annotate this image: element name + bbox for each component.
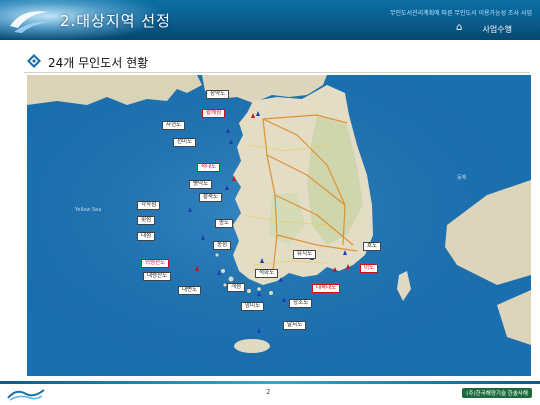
island-marker[interactable]	[201, 235, 205, 240]
island-marker[interactable]	[257, 328, 261, 333]
island-label[interactable]: 내변도	[178, 286, 202, 295]
header-band: 2.대상지역 선정 무인도서관리계획에 따른 무인도서 이용가능성 조사 사업 …	[0, 0, 540, 40]
footer-bar	[0, 381, 540, 384]
map-svg: Yellow Sea 동해	[27, 75, 531, 376]
island-label[interactable]: 선미도	[173, 138, 197, 147]
heading-divider	[24, 72, 530, 73]
slide: 2.대상지역 선정 무인도서관리계획에 따른 무인도서 이용가능성 조사 사업 …	[0, 0, 540, 405]
swoosh-logo-icon	[10, 11, 50, 33]
island-marker[interactable]	[217, 270, 221, 275]
island-marker[interactable]	[229, 139, 233, 144]
island-marker[interactable]	[343, 250, 347, 255]
island-label[interactable]: 사현도	[162, 121, 186, 130]
nav-label[interactable]: 사업수행	[483, 24, 512, 35]
korea-map: Yellow Sea 동해 장약도 황해섬 사현도 선미도 석대도 병덕도 황죽…	[27, 75, 531, 376]
island-label[interactable]: 황해섬	[202, 109, 226, 118]
island-label[interactable]: 외령산도	[141, 259, 170, 268]
slide-heading: 24개 무인도서 현황	[48, 56, 149, 70]
island-marker[interactable]	[226, 128, 230, 133]
island-label[interactable]: 호도	[363, 242, 382, 251]
header-subtitle: 무인도서관리계획에 따른 무인도서 이용가능성 조사 사업	[389, 10, 532, 17]
island-marker[interactable]	[257, 291, 261, 296]
island-label[interactable]: 내령산도	[143, 272, 172, 281]
island-label[interactable]: 개섬	[227, 283, 246, 292]
island-marker[interactable]	[282, 297, 286, 302]
sea-label-east: 동해	[457, 174, 467, 181]
island-label[interactable]: 이도	[360, 264, 379, 273]
company-badge: (주)한국해양기술 한솔사해	[462, 388, 532, 398]
island-label[interactable]: 대섬	[137, 232, 156, 241]
island-label[interactable]: 유지도	[293, 250, 317, 259]
island-marker[interactable]	[195, 266, 199, 271]
island-marker[interactable]	[251, 113, 255, 118]
island-marker[interactable]	[225, 185, 229, 190]
island-marker[interactable]	[188, 207, 192, 212]
island-marker[interactable]	[279, 277, 283, 282]
island-label[interactable]: 송섬	[213, 241, 232, 250]
island-label[interactable]: 달서도	[283, 321, 307, 330]
island-marker[interactable]	[346, 264, 350, 269]
footer: 2 (주)한국해양기술 한솔사해	[0, 381, 540, 405]
heading-bullet-icon	[27, 54, 41, 68]
island-label[interactable]: 장약도	[206, 90, 230, 99]
island-label[interactable]: 상조도	[289, 299, 313, 308]
island-marker[interactable]	[260, 258, 264, 263]
wave-logo-icon	[7, 389, 45, 401]
island-label[interactable]: 암미도	[241, 302, 265, 311]
island-marker[interactable]	[232, 176, 236, 181]
island-marker[interactable]	[333, 267, 337, 272]
island-label[interactable]: 황죽도	[199, 193, 223, 202]
island-label[interactable]: 각작섬	[137, 201, 161, 210]
section-title: 2.대상지역 선정	[60, 12, 171, 30]
island-label[interactable]: 종도	[215, 219, 234, 228]
island-label[interactable]: 석화도	[255, 269, 279, 278]
island-label[interactable]: 병덕도	[189, 180, 213, 189]
island-label[interactable]: 석대도	[197, 163, 221, 172]
island-label[interactable]: 횟섬	[137, 216, 156, 225]
page-number: 2	[266, 388, 271, 396]
island-marker[interactable]	[256, 111, 260, 116]
home-icon[interactable]: ⌂	[456, 23, 466, 33]
island-label[interactable]: 대죽대도	[312, 284, 341, 293]
sea-label-yellow: Yellow Sea	[74, 207, 101, 213]
